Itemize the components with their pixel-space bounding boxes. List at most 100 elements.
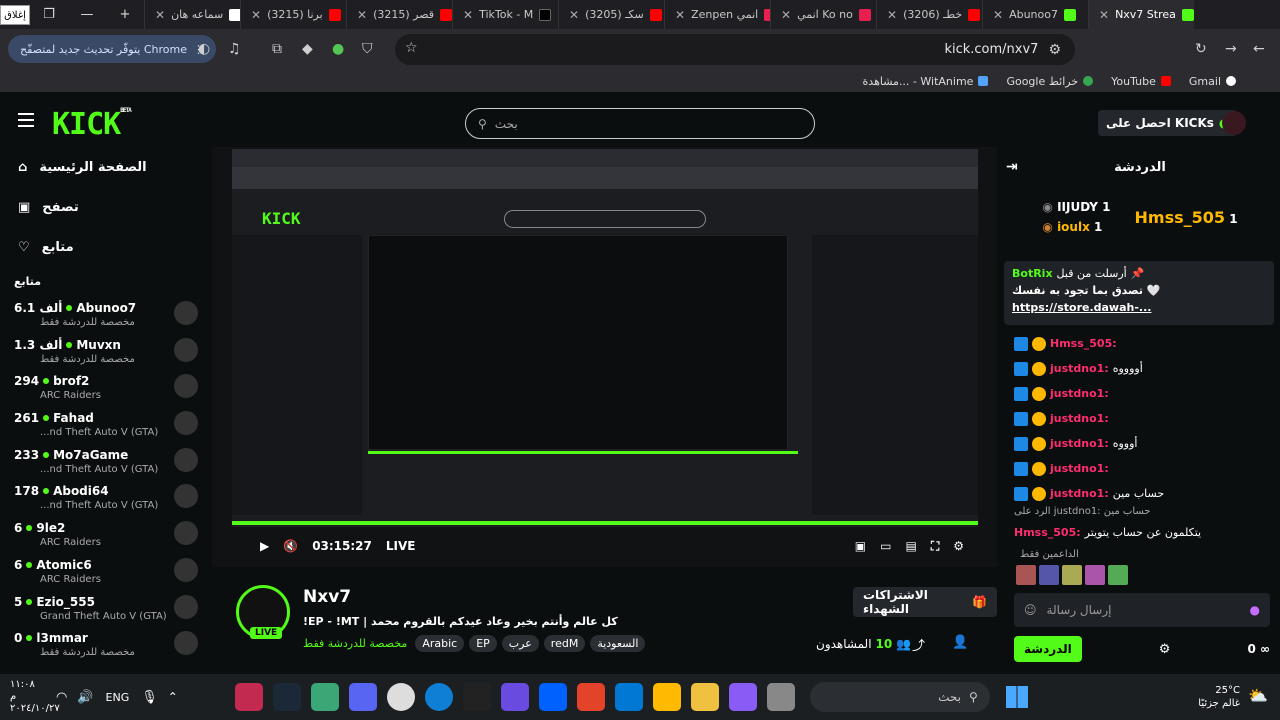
tab[interactable]: ✕ Zenpen انمي (664, 0, 770, 29)
streamer-name[interactable]: Nxv7 (303, 587, 351, 607)
close-icon[interactable]: ✕ (463, 8, 473, 22)
live-indicator[interactable]: LIVE (386, 539, 416, 553)
close-icon[interactable]: ✕ (993, 8, 1003, 22)
pinned-message[interactable]: BotRix أرسلت من قبل 📌 تصدق بما تجود به نفس… (1004, 261, 1274, 325)
tab[interactable]: ✕ انمي Ko no (770, 0, 876, 29)
new-tab-button[interactable]: + (106, 7, 144, 22)
kick-logo[interactable]: KICKBETA (52, 107, 132, 142)
reload-icon[interactable]: ↻ (1195, 41, 1207, 57)
file-explorer-icon[interactable] (690, 683, 719, 711)
supporter-avatar[interactable] (1085, 565, 1105, 585)
play-icon[interactable]: ▶ (260, 539, 269, 553)
tab[interactable]: ✕ (3206) خطـ (876, 0, 982, 29)
close-icon[interactable]: ✕ (781, 8, 791, 22)
app-icon[interactable] (500, 683, 529, 711)
site-settings-icon[interactable]: ⚙ (1048, 42, 1061, 58)
chat-user[interactable]: justdno1: (1050, 462, 1109, 475)
clock[interactable]: ١١:٠٨ م ٢٠٢٤/١٠/٢٧ (0, 679, 60, 715)
chat-user[interactable]: justdno1: (1050, 437, 1109, 450)
pip-icon[interactable]: ▣ (855, 539, 866, 553)
share-icon[interactable]: ⤴ (912, 635, 925, 654)
windows-start-icon[interactable] (1005, 686, 1028, 708)
theater-icon[interactable]: ▭ (880, 539, 891, 553)
volume-icon[interactable]: 🔊 (77, 690, 93, 705)
extension-icon[interactable]: ● (332, 41, 344, 57)
chat-user[interactable]: Hmss_505: (1050, 337, 1117, 350)
nav-home[interactable]: ⌂ الصفحة الرئيسية (0, 147, 212, 187)
app-icon[interactable] (310, 683, 339, 711)
followed-channel[interactable]: 6 Atomic6 ARC Raiders (0, 553, 212, 590)
video-progress-bar[interactable] (232, 521, 978, 525)
chat-user[interactable]: justdno1: (1050, 487, 1109, 500)
followed-channel[interactable]: 233 Mo7aGame ...nd Theft Auto V (GTA) (0, 443, 212, 480)
settings-icon[interactable]: ⚙ (953, 539, 964, 553)
points-display[interactable]: 0 ∞ (1247, 642, 1270, 656)
chrome-icon[interactable] (386, 683, 415, 711)
restore-icon[interactable]: ❐ (30, 7, 68, 22)
chat-user[interactable]: justdno1: (1050, 362, 1109, 375)
tag[interactable]: Arabic (415, 635, 465, 652)
fullscreen-icon[interactable]: ⛶ (931, 539, 939, 554)
tab[interactable]: ✕ (3215) برنا (240, 0, 346, 29)
tag[interactable]: السعودية (590, 635, 646, 652)
task-view-icon[interactable] (766, 683, 795, 711)
followed-channel[interactable]: 1.3 ألف Muvxn مخصصة للدردشة فقط (0, 333, 212, 370)
gift-subs-button[interactable]: الاشتراكات الشهداء 🎁 (853, 587, 997, 617)
emoji-icon[interactable]: ☺ (1024, 603, 1037, 617)
address-bar[interactable]: ☆ kick.com/nxv7 ⚙ (395, 34, 1075, 65)
clip-icon[interactable]: ▤ (905, 539, 916, 553)
avatar[interactable] (1222, 111, 1246, 135)
minimize-icon[interactable]: — (68, 7, 106, 22)
extensions-icon[interactable]: ⧉ (272, 41, 282, 57)
close-icon[interactable]: ✕ (569, 8, 579, 22)
close-window-button[interactable]: إغلاق (0, 4, 30, 25)
category-link[interactable]: مخصصة للدردشة فقط (303, 637, 407, 650)
tag[interactable]: EP (469, 635, 497, 652)
mail-icon[interactable] (614, 683, 643, 711)
supporter-avatar[interactable] (1108, 565, 1128, 585)
star-icon[interactable]: ☆ (405, 40, 418, 56)
chat-user[interactable]: justdno1: (1050, 387, 1109, 400)
pinned-link[interactable]: https://store.dawah-... (1012, 301, 1266, 314)
tab[interactable]: ✕ (3215) قصر (346, 0, 452, 29)
search-input[interactable]: ⚲ بحث (465, 108, 815, 139)
forward-icon[interactable]: → (1225, 41, 1237, 57)
tab[interactable]: ✕ سماعه هان (144, 0, 240, 29)
get-kicks-button[interactable]: احصل على KICKs● (1098, 110, 1238, 136)
dropbox-icon[interactable] (538, 683, 567, 711)
close-icon[interactable]: ✕ (357, 8, 367, 22)
close-icon[interactable]: ✕ (251, 8, 261, 22)
followed-channel[interactable]: 5 Ezio_555 Grand Theft Auto V (GTA) (0, 590, 212, 627)
taskbar-search[interactable]: بحث ⚲ (809, 682, 990, 712)
nav-following[interactable]: ♡ متابع (0, 227, 212, 267)
mute-icon[interactable]: 🔇 (283, 539, 298, 553)
mic-icon[interactable]: 🎙 (141, 690, 158, 705)
supporter-avatar[interactable] (1039, 565, 1059, 585)
tab-active[interactable]: ✕ Nxv7 Strea (1088, 0, 1194, 29)
tab[interactable]: ✕ TikTok - M (452, 0, 558, 29)
close-icon[interactable]: ✕ (675, 8, 685, 22)
steam-icon[interactable] (272, 683, 301, 711)
app-icon[interactable] (234, 683, 263, 711)
language-indicator[interactable]: ENG (106, 691, 130, 704)
chat-settings-icon[interactable]: ⚙ (1159, 642, 1171, 657)
supporter-avatar[interactable] (1016, 565, 1036, 585)
followed-channel[interactable]: 6 9le2 ARC Raiders (0, 516, 212, 553)
followed-channel[interactable]: 294 brof2 ARC Raiders (0, 369, 212, 406)
close-icon[interactable]: ✕ (887, 8, 897, 22)
app-icon[interactable] (576, 683, 605, 711)
collapse-chat-icon[interactable]: ⇥ (1006, 159, 1018, 175)
wifi-icon[interactable]: ◠ (56, 690, 67, 705)
chrome-update-button[interactable]: يتوفّر تحديث جديد لمتصفّح Chrome ⋮ (8, 35, 216, 63)
follow-icon[interactable]: 👤 (952, 635, 968, 650)
tag[interactable]: عرب (501, 635, 539, 652)
tag[interactable]: redM (543, 635, 586, 652)
tab[interactable]: ✕ (3205) سكـ (558, 0, 664, 29)
bookmark[interactable]: Gmail (1189, 75, 1236, 88)
edge-icon[interactable] (424, 683, 453, 711)
epic-games-icon[interactable] (462, 683, 491, 711)
media-icon[interactable]: ♫ (228, 41, 241, 57)
back-icon[interactable]: ← (1253, 41, 1265, 57)
followed-channel[interactable]: 178 Abodi64 ...nd Theft Auto V (GTA) (0, 479, 212, 516)
chat-input[interactable]: ☺ إرسال رسالة ● (1014, 593, 1270, 627)
